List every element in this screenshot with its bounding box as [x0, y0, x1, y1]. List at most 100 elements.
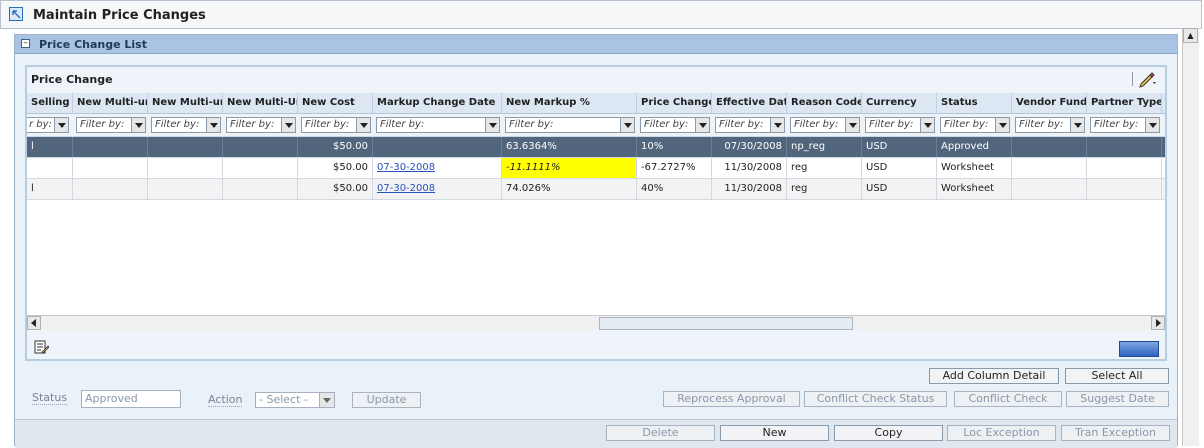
column-header[interactable]: Markup Change Date: [373, 93, 502, 113]
chevron-down-icon[interactable]: [356, 118, 370, 132]
action-select[interactable]: - Select -: [255, 392, 335, 408]
cell-vendor-funding: [1012, 137, 1087, 157]
chevron-down-icon[interactable]: [54, 118, 68, 132]
filter-dropdown[interactable]: Filter by:: [76, 117, 146, 133]
tran-exception-button[interactable]: Tran Exception: [1061, 425, 1170, 441]
markup-date-link[interactable]: 07-30-2008: [377, 183, 435, 194]
cell-reason-code: reg: [787, 179, 862, 199]
chevron-down-icon[interactable]: [695, 118, 709, 132]
status-field[interactable]: Approved: [81, 390, 181, 408]
filter-dropdown[interactable]: Filter by:: [301, 117, 371, 133]
navigate-back-icon[interactable]: [9, 7, 23, 21]
loc-exception-button[interactable]: Loc Exception: [947, 425, 1056, 441]
filter-dropdown[interactable]: Filter by:: [376, 117, 500, 133]
filter-dropdown[interactable]: r by:: [27, 117, 69, 133]
scroll-left-icon[interactable]: [27, 316, 41, 330]
toolbar-divider: [1132, 72, 1133, 86]
delete-button[interactable]: Delete: [606, 425, 715, 441]
conflict-check-status-button[interactable]: Conflict Check Status: [804, 391, 947, 407]
cell-selling-unit: [27, 158, 73, 178]
cell-currency: USD: [862, 137, 937, 157]
panel-title: Price Change: [31, 73, 113, 86]
chevron-down-icon[interactable]: [131, 118, 145, 132]
filter-dropdown[interactable]: Filter by:: [226, 117, 296, 133]
column-header[interactable]: Currency: [862, 93, 937, 113]
cell-empty: [148, 137, 223, 157]
select-all-button[interactable]: Select All: [1065, 368, 1169, 384]
conflict-check-button[interactable]: Conflict Check: [954, 391, 1062, 407]
column-header[interactable]: Effective Date: [712, 93, 787, 113]
cell-price-change-pct: 40%: [637, 179, 712, 199]
price-change-panel: Price Change Selling U New Multi-unit Ne…: [25, 65, 1167, 361]
scroll-up-icon[interactable]: ▲: [1183, 28, 1198, 43]
table-row[interactable]: l $50.00 07-30-2008 74.026% 40% 11/30/20…: [27, 179, 1165, 200]
filter-dropdown[interactable]: Filter by:: [1090, 117, 1160, 133]
cell-price-change-pct: 10%: [637, 137, 712, 157]
chevron-down-icon[interactable]: [1070, 118, 1084, 132]
scrollbar-thumb[interactable]: [599, 317, 853, 330]
cell-empty: [148, 158, 223, 178]
markup-date-link[interactable]: 07-30-2008: [377, 162, 435, 173]
cell-partner-type: [1087, 137, 1162, 157]
new-button[interactable]: New: [720, 425, 829, 441]
window-titlebar: Maintain Price Changes: [0, 0, 1202, 29]
cell-effective-date: 07/30/2008: [712, 137, 787, 157]
chevron-down-icon[interactable]: [995, 118, 1009, 132]
filter-dropdown[interactable]: Filter by:: [151, 117, 221, 133]
collapse-icon[interactable]: –: [21, 39, 30, 48]
price-change-list-section: – Price Change List Price Change Selling…: [14, 34, 1178, 448]
cell-price-change-pct: -67.2727%: [637, 158, 712, 178]
chevron-down-icon[interactable]: [206, 118, 220, 132]
column-header[interactable]: Status: [937, 93, 1012, 113]
column-header[interactable]: Selling U: [27, 93, 73, 113]
cell-currency: USD: [862, 158, 937, 178]
filter-dropdown[interactable]: Filter by:: [1015, 117, 1085, 133]
suggest-date-button[interactable]: Suggest Date: [1066, 391, 1169, 407]
column-header[interactable]: Vendor Funding: [1012, 93, 1087, 113]
cell-currency: USD: [862, 179, 937, 199]
chevron-down-icon[interactable]: [920, 118, 934, 132]
cell-empty: [223, 137, 298, 157]
filter-dropdown[interactable]: Filter by:: [715, 117, 785, 133]
blue-action-button[interactable]: [1119, 341, 1159, 357]
filter-dropdown[interactable]: Filter by:: [940, 117, 1010, 133]
column-header[interactable]: New Markup %: [502, 93, 637, 113]
column-header[interactable]: New Cost: [298, 93, 373, 113]
cell-empty: [148, 179, 223, 199]
column-header[interactable]: New Multi-unit: [73, 93, 148, 113]
chevron-down-icon[interactable]: [620, 118, 634, 132]
cell-new-cost: $50.00: [298, 137, 373, 157]
notes-edit-icon[interactable]: [33, 339, 49, 355]
chevron-down-icon[interactable]: [845, 118, 859, 132]
chevron-down-icon[interactable]: [1145, 118, 1159, 132]
chevron-down-icon[interactable]: [319, 393, 334, 407]
filter-dropdown[interactable]: Filter by:: [640, 117, 710, 133]
chevron-down-icon[interactable]: [281, 118, 295, 132]
column-header[interactable]: Reason Code: [787, 93, 862, 113]
column-header[interactable]: Price Change %: [637, 93, 712, 113]
table-horizontal-scrollbar[interactable]: [27, 315, 1165, 330]
column-header[interactable]: New Multi-Unit: [223, 93, 298, 113]
table-row[interactable]: $50.00 07-30-2008 -11.1111% -67.2727% 11…: [27, 158, 1165, 179]
pencil-edit-icon[interactable]: [1137, 70, 1157, 88]
filter-dropdown[interactable]: Filter by:: [790, 117, 860, 133]
cell-reason-code: reg: [787, 158, 862, 178]
cell-new-cost: $50.00: [298, 158, 373, 178]
chevron-down-icon[interactable]: [485, 118, 499, 132]
filter-dropdown[interactable]: Filter by:: [865, 117, 935, 133]
update-button[interactable]: Update: [352, 392, 421, 408]
copy-button[interactable]: Copy: [834, 425, 943, 441]
add-column-detail-button[interactable]: Add Column Detail: [929, 368, 1059, 384]
price-change-table: Selling U New Multi-unit New Multi-unit …: [27, 93, 1165, 315]
column-header[interactable]: New Multi-unit: [148, 93, 223, 113]
filter-dropdown[interactable]: Filter by:: [505, 117, 635, 133]
page-vertical-scrollbar[interactable]: ▲: [1182, 28, 1199, 446]
cell-partner-type: [1087, 158, 1162, 178]
cell-new-markup: -11.1111%: [502, 158, 637, 178]
scroll-right-icon[interactable]: [1151, 316, 1165, 330]
column-header[interactable]: Partner Type: [1087, 93, 1162, 113]
table-row[interactable]: l $50.00 63.6364% 10% 07/30/2008 np_reg …: [27, 137, 1165, 158]
cell-effective-date: 11/30/2008: [712, 179, 787, 199]
chevron-down-icon[interactable]: [770, 118, 784, 132]
reprocess-approval-button[interactable]: Reprocess Approval: [663, 391, 800, 407]
